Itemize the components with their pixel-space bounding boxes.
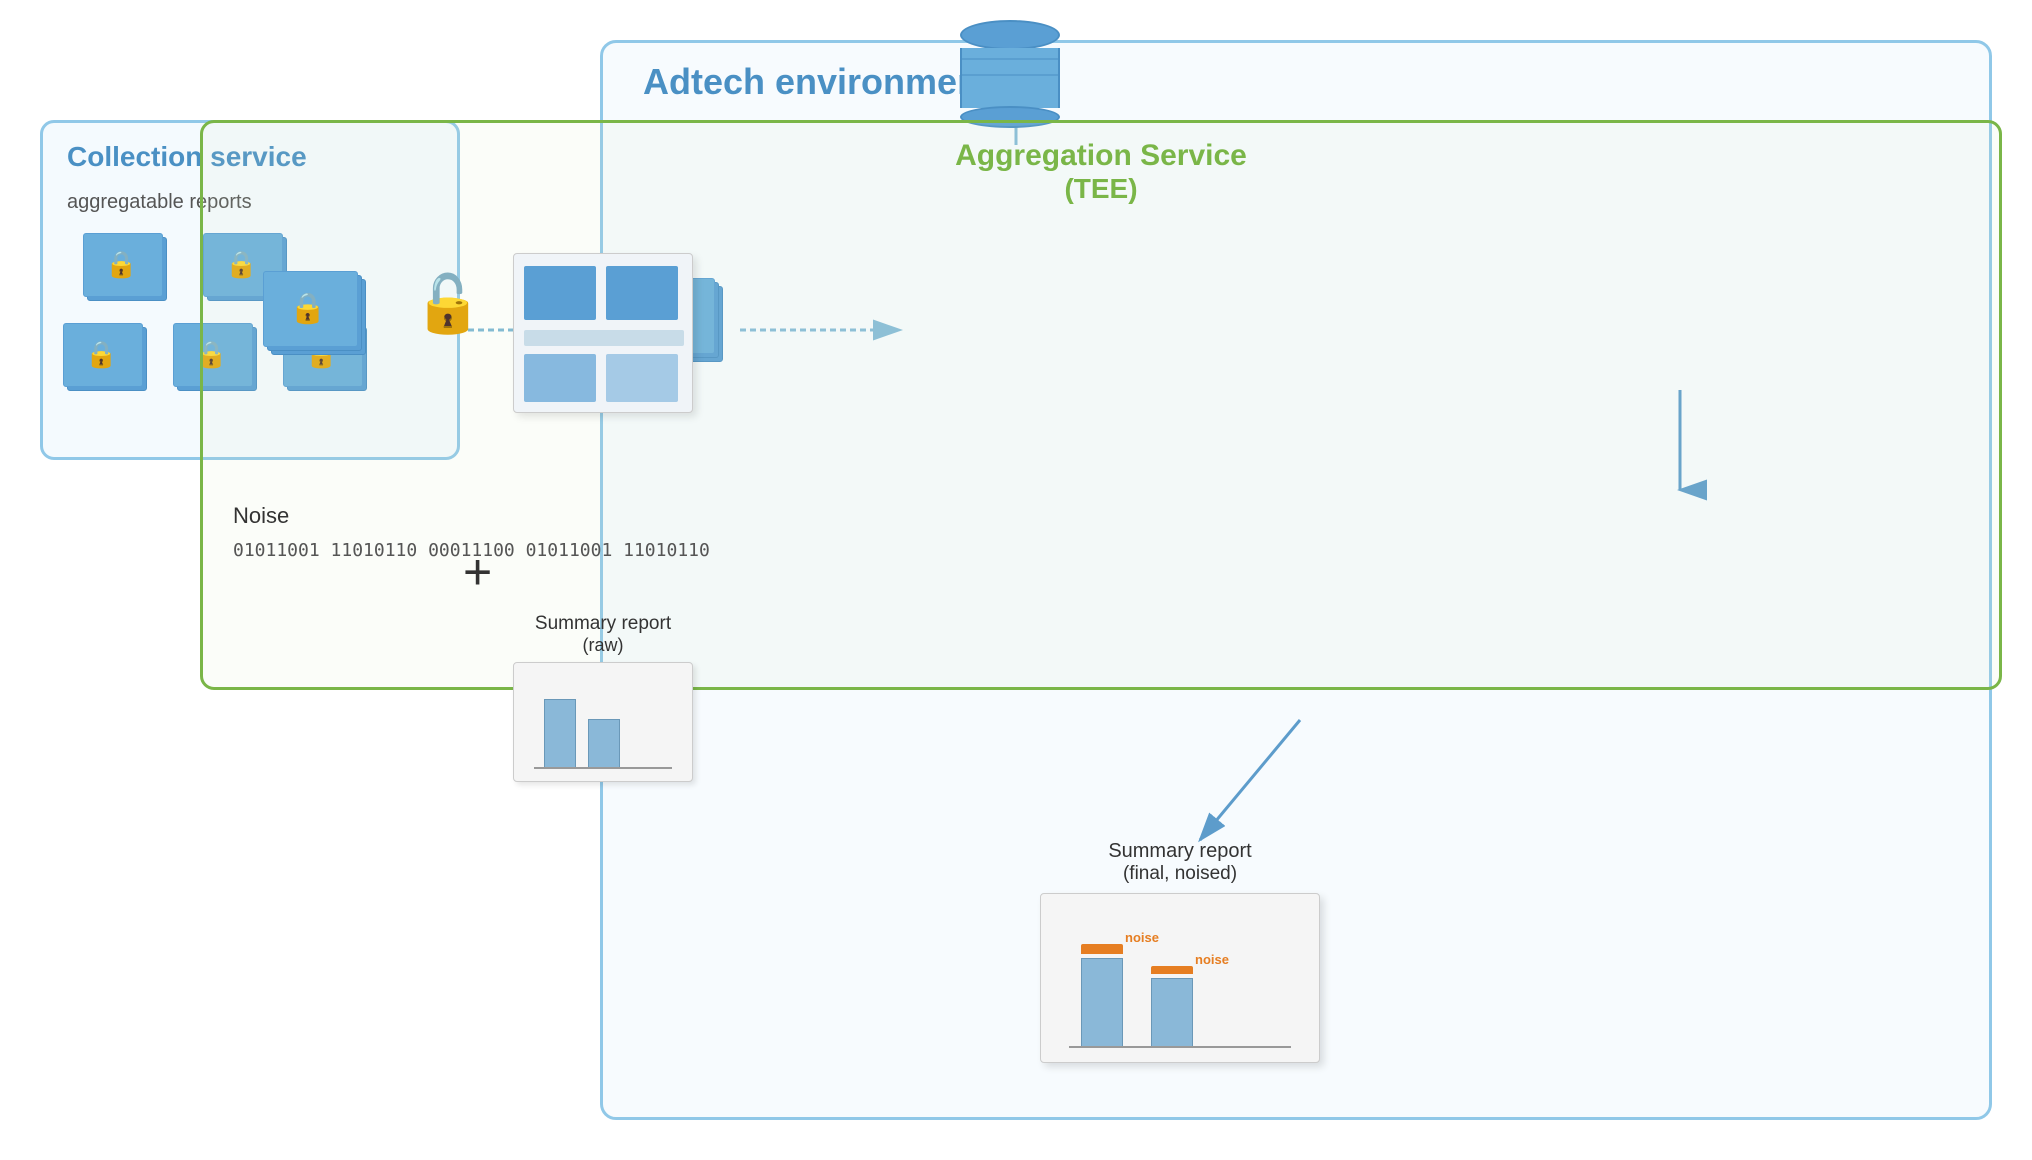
aggregation-service-label: Aggregation Service — [955, 139, 1247, 173]
decoded-report-doc — [513, 253, 693, 413]
summary-final-container: Summary report (final, noised) noise no — [1040, 840, 1320, 1063]
main-container: Adtech environment Collection service ag… — [0, 0, 2032, 1160]
summary-raw-container: Summary report (raw) — [513, 613, 693, 773]
database-icon — [960, 20, 1060, 128]
aggregation-service-subtitle: (TEE) — [955, 173, 1247, 205]
aggregation-service-box: Aggregation Service (TEE) 🔒 🔓 Noise — [200, 120, 2002, 690]
unlock-icon: 🔓 — [413, 271, 483, 337]
plus-sign: + — [463, 543, 492, 601]
summary-raw-label: Summary report (raw) — [513, 613, 693, 656]
noise-bar1-label: noise — [1125, 930, 1159, 945]
noise-label: Noise — [233, 503, 710, 529]
noise-bar2-label: noise — [1195, 952, 1229, 967]
adtech-environment-label: Adtech environment — [643, 61, 991, 103]
summary-final-label: Summary report (final, noised) — [1040, 840, 1320, 885]
